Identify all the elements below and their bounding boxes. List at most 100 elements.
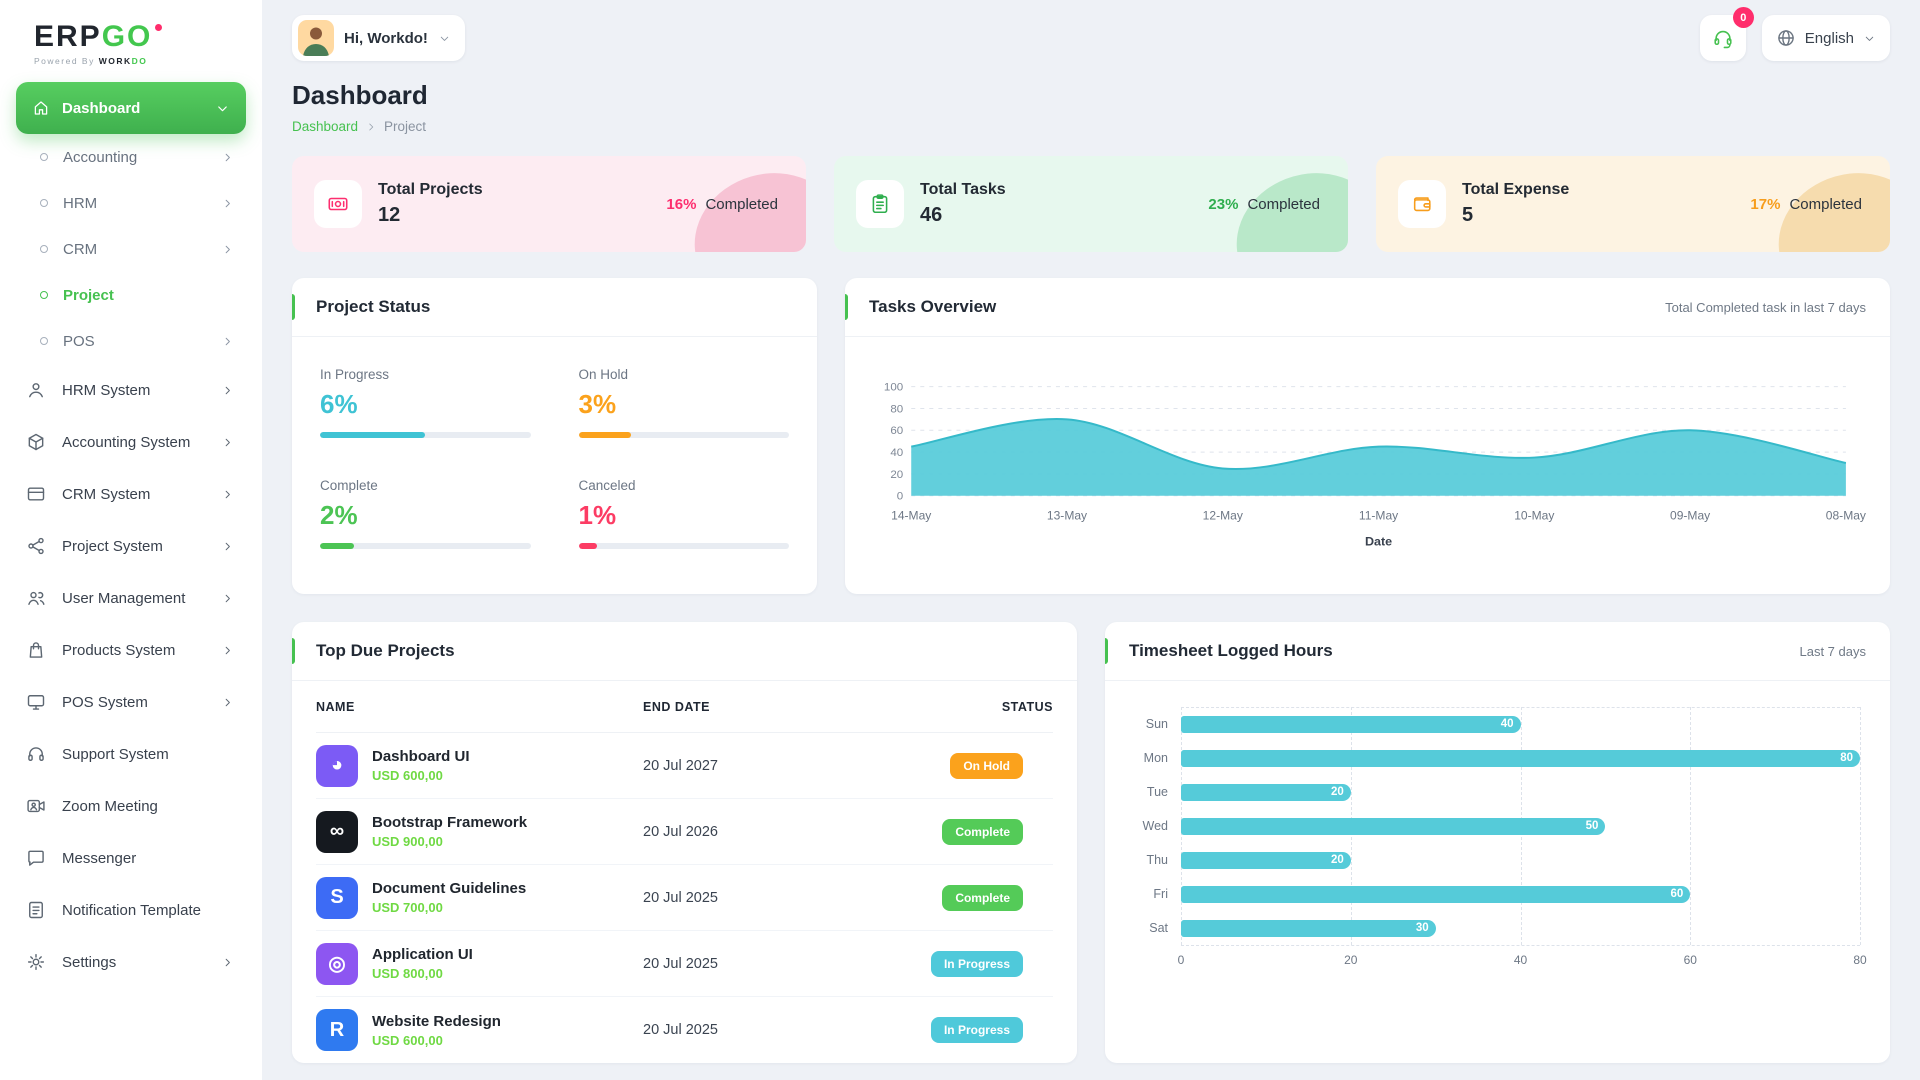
sidebar-item-support-system[interactable]: Support System (16, 728, 246, 780)
sidebar-item-user-management[interactable]: User Management (16, 572, 246, 624)
logo[interactable]: ERPGO Powered By WORKDO (16, 14, 246, 68)
project-amount: USD 600,00 (372, 768, 470, 783)
sidebar-item-label: Dashboard (62, 100, 140, 117)
sidebar-item-accounting-system[interactable]: Accounting System (16, 416, 246, 468)
project-amount: USD 600,00 (372, 1033, 501, 1048)
status-badge: In Progress (931, 1017, 1023, 1043)
project-name: Document Guidelines (372, 880, 526, 897)
sidebar-item-products-system[interactable]: Products System (16, 624, 246, 676)
project-end-date: 20 Jul 2026 (643, 824, 868, 840)
timesheet-bar-row-sat: 30 (1181, 911, 1860, 945)
status-label: On Hold (579, 367, 790, 382)
project-name: Application UI (372, 946, 473, 963)
box-icon (26, 432, 46, 452)
page-content: Dashboard Dashboard Project Total Projec… (262, 76, 1920, 1080)
status-item-in-progress: In Progress6% (320, 367, 531, 438)
sidebar-item-pos-system[interactable]: POS System (16, 676, 246, 728)
support-button[interactable]: 0 (1700, 15, 1746, 61)
sidebar-item-settings[interactable]: Settings (16, 936, 246, 988)
sidebar-main-menu: HRM SystemAccounting SystemCRM SystemPro… (16, 364, 246, 988)
sidebar-item-project-system[interactable]: Project System (16, 520, 246, 572)
sidebar-item-messenger[interactable]: Messenger (16, 832, 246, 884)
sidebar-item-pos[interactable]: POS (16, 318, 246, 364)
letter-r-icon: R (316, 1009, 358, 1051)
greeting-text: Hi, Workdo! (344, 30, 428, 47)
chevron-right-icon (221, 540, 234, 553)
table-row-application-ui[interactable]: ◎Application UIUSD 800,0020 Jul 2025In P… (316, 931, 1053, 997)
table-row-document-guidelines[interactable]: SDocument GuidelinesUSD 700,0020 Jul 202… (316, 865, 1053, 931)
sidebar-item-zoom-meeting[interactable]: Zoom Meeting (16, 780, 246, 832)
tasks-overview-card: Tasks Overview Total Completed task in l… (845, 278, 1890, 594)
svg-text:0: 0 (897, 491, 903, 503)
svg-text:40: 40 (890, 447, 903, 459)
project-amount: USD 700,00 (372, 900, 526, 915)
stat-percent: 23% (1208, 196, 1238, 213)
bar-value-label: 20 (1331, 854, 1344, 866)
bar: 20 (1181, 852, 1351, 869)
progress-bar (320, 543, 531, 549)
main-area: Hi, Workdo! 0 English Dashboard Dashboar… (262, 0, 1920, 1080)
breadcrumb-dashboard-link[interactable]: Dashboard (292, 119, 358, 134)
timesheet-bar-row-wed: 50 (1181, 809, 1860, 843)
sidebar-item-dashboard[interactable]: Dashboard (16, 82, 246, 134)
headset-icon (1712, 27, 1734, 49)
stat-title: Total Tasks (920, 181, 1006, 199)
stat-completed-label: Completed (705, 196, 778, 213)
sidebar-item-label: Notification Template (62, 902, 201, 919)
bar: 40 (1181, 716, 1521, 733)
sidebar-item-label: HRM (63, 195, 97, 212)
y-category-label: Thu (1135, 843, 1181, 877)
timesheet-bar-row-fri: 60 (1181, 877, 1860, 911)
sidebar-item-hrm[interactable]: HRM (16, 180, 246, 226)
table-row-website-redesign[interactable]: R Website Redesign USD 600,00 20 Jul 2025 In… (316, 997, 1053, 1063)
sidebar-item-label: Support System (62, 746, 169, 763)
bar-value-label: 60 (1670, 888, 1683, 900)
video-icon (26, 796, 46, 816)
header-actions: 0 English (1700, 15, 1890, 61)
table-row-bootstrap-framework[interactable]: ∞Bootstrap FrameworkUSD 900,0020 Jul 202… (316, 799, 1053, 865)
share-icon (26, 536, 46, 556)
progress-bar (320, 432, 531, 438)
sidebar-item-hrm-system[interactable]: HRM System (16, 364, 246, 416)
sidebar-item-accounting[interactable]: Accounting (16, 134, 246, 180)
user-menu[interactable]: Hi, Workdo! (292, 15, 465, 61)
project-name: Website Redesign (372, 1013, 501, 1030)
chevron-right-icon (221, 436, 234, 449)
monitor-icon (26, 692, 46, 712)
top-due-projects-table: NAME END DATE STATUS ◕Dashboard UIUSD 60… (292, 681, 1077, 1063)
stat-percent: 16% (666, 196, 696, 213)
x-axis: 020406080 (1181, 945, 1860, 971)
y-category-label: Sun (1135, 707, 1181, 741)
card-title: Project Status (316, 297, 430, 317)
status-label: In Progress (320, 367, 531, 382)
project-end-date: 20 Jul 2025 (643, 1022, 868, 1038)
stat-title: Total Projects (378, 181, 483, 199)
sidebar-item-crm[interactable]: CRM (16, 226, 246, 272)
sidebar-item-label: POS System (62, 694, 148, 711)
sidebar-item-label: Project (63, 287, 114, 304)
stat-value: 12 (378, 204, 483, 227)
sidebar-sub-menu: Accounting HRM CRM Project POS (16, 134, 246, 364)
bullet-icon (40, 337, 48, 345)
logo-dot (155, 24, 162, 31)
breadcrumb-current: Project (384, 119, 426, 134)
card-title: Timesheet Logged Hours (1129, 641, 1333, 661)
stat-icon-box (856, 180, 904, 228)
svg-text:14-May: 14-May (891, 509, 931, 523)
tasks-overview-area-chart: 02040608010014-May13-May12-May11-May10-M… (865, 345, 1870, 583)
status-item-canceled: Canceled1% (579, 478, 790, 549)
status-item-on-hold: On Hold3% (579, 367, 790, 438)
sidebar-item-crm-system[interactable]: CRM System (16, 468, 246, 520)
top-header: Hi, Workdo! 0 English (262, 0, 1920, 76)
timesheet-chart: SunMonTueWedThuFriSat 40802050206030 020… (1105, 681, 1890, 981)
progress-bar (579, 432, 790, 438)
card-subtitle: Last 7 days (1800, 644, 1867, 659)
language-selector[interactable]: English (1762, 15, 1890, 61)
stat-percent: 17% (1750, 196, 1780, 213)
users-icon (26, 588, 46, 608)
table-row-dashboard-ui[interactable]: ◕Dashboard UIUSD 600,0020 Jul 2027On Hol… (316, 733, 1053, 799)
sidebar-item-project[interactable]: Project (16, 272, 246, 318)
y-category-label: Sat (1135, 911, 1181, 945)
sidebar-item-notification-template[interactable]: Notification Template (16, 884, 246, 936)
table-header: NAME END DATE STATUS (316, 681, 1053, 733)
